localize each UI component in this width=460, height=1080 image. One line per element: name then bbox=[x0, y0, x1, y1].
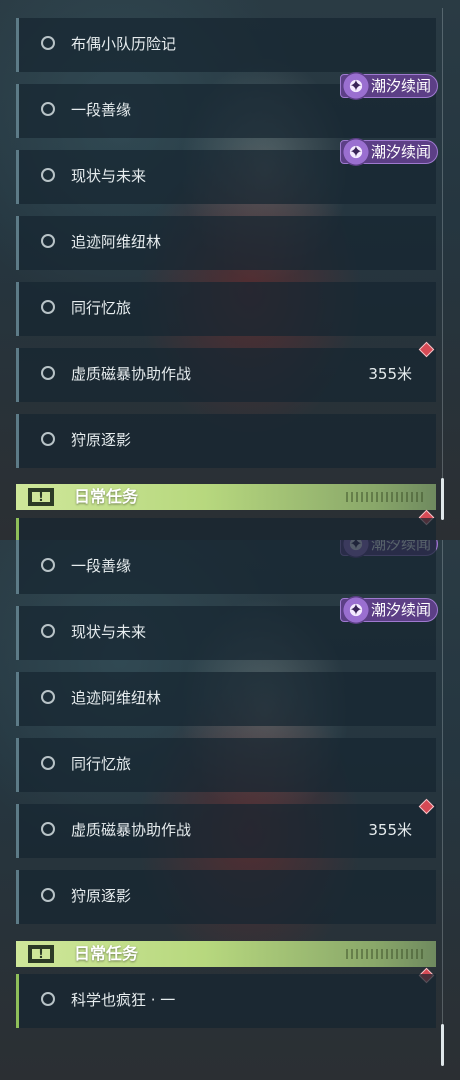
quest-row[interactable]: 虚质磁暴协助作战 355米 bbox=[16, 804, 436, 858]
quest-name: 狩原逐影 bbox=[71, 887, 132, 905]
exclamation-icon: ! bbox=[28, 945, 54, 963]
quest-name: 科学也疯狂 · 一 bbox=[71, 991, 176, 1009]
quest-name: 同行忆旅 bbox=[71, 755, 132, 773]
scroll-track bbox=[442, 540, 443, 1030]
header-decoration bbox=[346, 949, 426, 959]
quest-name: 现状与未来 bbox=[71, 167, 147, 185]
scroll-track bbox=[442, 8, 443, 508]
quest-row[interactable]: 布偶小队历险记 bbox=[16, 18, 436, 72]
quest-name: 一段善缘 bbox=[71, 557, 132, 575]
quest-name: 追迹阿维纽林 bbox=[71, 233, 162, 251]
radio-circle-icon bbox=[41, 690, 55, 704]
quest-name: 布偶小队历险记 bbox=[71, 35, 177, 53]
quest-name: 同行忆旅 bbox=[71, 299, 132, 317]
radio-circle-icon bbox=[41, 102, 55, 116]
quest-name: 虚质磁暴协助作战 bbox=[71, 365, 192, 383]
quest-list-panel-bottom: ✦ 潮汐续闻 一段善缘 现状与未来 追迹阿维纽林 同行忆旅 虚质磁暴协助作战 3… bbox=[0, 540, 460, 1080]
section-title: 日常任务 bbox=[74, 944, 139, 963]
quest-name: 虚质磁暴协助作战 bbox=[71, 821, 192, 839]
quest-name: 一段善缘 bbox=[71, 101, 132, 119]
scrollbar-thumb[interactable] bbox=[441, 478, 444, 520]
tidal-badge: ✦ 潮汐续闻 bbox=[340, 138, 438, 166]
radio-circle-icon bbox=[41, 432, 55, 446]
section-header-daily[interactable]: ! 日常任务 bbox=[16, 484, 436, 510]
radio-circle-icon bbox=[41, 234, 55, 248]
exclamation-icon: ! bbox=[28, 488, 54, 506]
scrollbar-thumb[interactable] bbox=[441, 1024, 444, 1066]
quest-list-panel-top: 布偶小队历险记 一段善缘 现状与未来 追迹阿维纽林 同行忆旅 虚质磁暴协助作战 … bbox=[0, 0, 460, 540]
radio-circle-icon bbox=[41, 366, 55, 380]
quest-row[interactable]: 同行忆旅 bbox=[16, 738, 436, 792]
tidal-emblem-icon: ✦ bbox=[342, 138, 370, 166]
tidal-badge: ✦ 潮汐续闻 bbox=[340, 72, 438, 100]
badge-label: 潮汐续闻 bbox=[371, 77, 432, 95]
quest-row[interactable]: 狩原逐影 bbox=[16, 870, 436, 924]
tidal-emblem-icon: ✦ bbox=[342, 596, 370, 624]
quest-row[interactable]: 追迹阿维纽林 bbox=[16, 672, 436, 726]
tidal-badge: ✦ 潮汐续闻 bbox=[340, 596, 438, 624]
quest-name: 追迹阿维纽林 bbox=[71, 689, 162, 707]
radio-circle-icon bbox=[41, 300, 55, 314]
radio-circle-icon bbox=[41, 168, 55, 182]
radio-circle-icon bbox=[41, 992, 55, 1006]
quest-row[interactable]: 虚质磁暴协助作战 355米 bbox=[16, 348, 436, 402]
header-decoration bbox=[346, 492, 426, 502]
quest-row[interactable]: 科学也疯狂 · 一 bbox=[16, 974, 436, 1028]
radio-circle-icon bbox=[41, 822, 55, 836]
quest-row[interactable]: 追迹阿维纽林 bbox=[16, 216, 436, 270]
quest-distance: 355米 bbox=[368, 365, 412, 383]
badge-label: 潮汐续闻 bbox=[371, 601, 432, 619]
section-header-daily[interactable]: ! 日常任务 bbox=[16, 941, 436, 967]
radio-circle-icon bbox=[41, 756, 55, 770]
quest-row[interactable]: 一段善缘 bbox=[16, 540, 436, 594]
section-title: 日常任务 bbox=[74, 487, 139, 506]
radio-circle-icon bbox=[41, 36, 55, 50]
quest-name: 现状与未来 bbox=[71, 623, 147, 641]
quest-name: 狩原逐影 bbox=[71, 431, 132, 449]
quest-row-partial[interactable] bbox=[16, 518, 436, 540]
radio-circle-icon bbox=[41, 888, 55, 902]
badge-label: 潮汐续闻 bbox=[371, 143, 432, 161]
tidal-emblem-icon: ✦ bbox=[342, 72, 370, 100]
quest-row[interactable]: 狩原逐影 bbox=[16, 414, 436, 468]
quest-row[interactable]: 同行忆旅 bbox=[16, 282, 436, 336]
radio-circle-icon bbox=[41, 558, 55, 572]
quest-distance: 355米 bbox=[368, 821, 412, 839]
radio-circle-icon bbox=[41, 624, 55, 638]
